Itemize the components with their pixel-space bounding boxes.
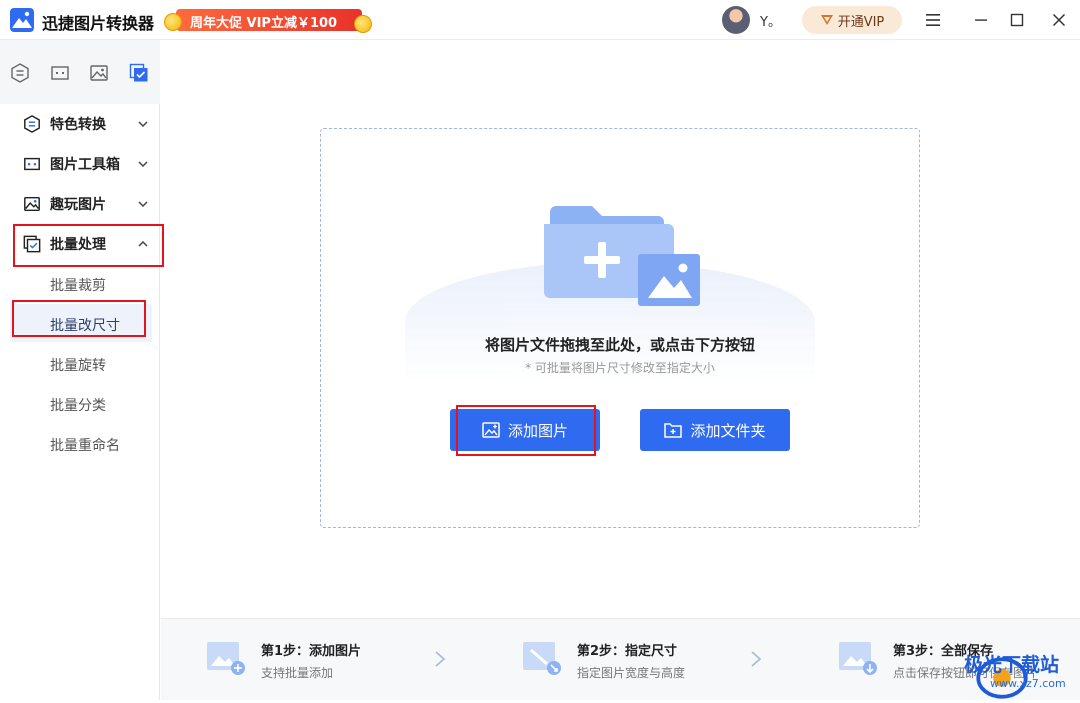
menu-button[interactable]	[922, 9, 944, 31]
minimize-icon	[975, 19, 987, 21]
chevron-right-icon	[435, 651, 446, 667]
drop-zone-subtitle: * 可批量将图片尺寸修改至指定大小	[525, 361, 715, 375]
save-step-icon	[839, 642, 877, 675]
nav-group-fun-images[interactable]: 趣玩图片	[22, 190, 154, 218]
coin-icon	[164, 13, 182, 31]
app-logo-icon	[10, 8, 34, 32]
promo-text: 周年大促 VIP立减￥100	[190, 16, 338, 31]
maximize-button[interactable]	[1006, 9, 1028, 31]
highlight-box	[13, 224, 164, 267]
add-folder-button[interactable]: 添加文件夹	[640, 409, 790, 451]
tab-image-toolbox[interactable]	[49, 62, 71, 84]
highlight-box	[456, 405, 596, 456]
step-2-desc: 指定图片宽度与高度	[577, 666, 686, 680]
nav-group-special-convert[interactable]: 特色转换	[22, 110, 154, 138]
user-name[interactable]: Y。	[760, 11, 781, 30]
maximize-icon	[1010, 13, 1024, 27]
coin-icon	[354, 15, 372, 33]
close-button[interactable]	[1048, 9, 1070, 31]
sidebar-item-batch-rename[interactable]: 批量重命名	[50, 435, 120, 455]
convert-icon	[22, 114, 42, 134]
picture-icon	[90, 65, 108, 81]
chevron-down-icon	[138, 161, 148, 168]
close-icon	[1052, 13, 1066, 27]
hamburger-menu-icon	[926, 14, 940, 26]
batch-icon	[129, 63, 148, 82]
user-avatar[interactable]	[722, 6, 750, 34]
highlight-box	[12, 300, 146, 337]
sidebar-item-batch-crop[interactable]: 批量裁剪	[50, 275, 106, 295]
toolbox-icon	[22, 154, 42, 174]
sidebar-tab-strip	[0, 40, 160, 104]
picture-icon	[22, 194, 42, 214]
step-1-desc: 支持批量添加	[261, 666, 334, 680]
title-bar: 迅捷图片转换器 周年大促 VIP立减￥100 Y。 开通VIP	[0, 0, 1080, 40]
drop-zone-title: 将图片文件拖拽至此处，或点击下方按钮	[484, 336, 755, 354]
chevron-right-icon	[751, 651, 762, 667]
nav-group-label: 特色转换	[50, 117, 106, 133]
minimize-button[interactable]	[970, 9, 992, 31]
vip-crown-icon	[820, 15, 833, 25]
nav-group-image-toolbox[interactable]: 图片工具箱	[22, 150, 154, 178]
convert-icon	[11, 63, 29, 83]
step-2-title: 第2步：指定尺寸	[577, 644, 678, 659]
folder-image-illustration-icon	[544, 206, 700, 306]
watermark-text: 极光下载站	[964, 654, 1060, 676]
nav-group-label: 图片工具箱	[50, 157, 120, 173]
open-vip-button[interactable]: 开通VIP	[802, 6, 902, 34]
resize-step-icon	[523, 642, 561, 675]
add-folder-icon	[664, 423, 683, 438]
chevron-down-icon	[138, 201, 148, 208]
toolbox-icon	[51, 66, 69, 80]
add-folder-label: 添加文件夹	[690, 421, 766, 440]
sidebar-item-batch-rotate[interactable]: 批量旋转	[50, 355, 106, 375]
watermark-url: www.xz7.com	[990, 677, 1066, 690]
sidebar-item-batch-classify[interactable]: 批量分类	[50, 395, 106, 415]
tab-special-convert[interactable]	[9, 62, 31, 84]
sidebar: 特色转换 图片工具箱 趣玩图片 批量处理 批量裁剪 批量改尺寸 批量旋转 批量分…	[0, 40, 164, 700]
chevron-down-icon	[138, 121, 148, 128]
add-image-step-icon	[207, 642, 245, 675]
step-1-title: 第1步：添加图片	[261, 644, 362, 659]
app-title: 迅捷图片转换器	[42, 14, 155, 33]
promo-banner[interactable]: 周年大促 VIP立减￥100	[164, 7, 374, 35]
tab-batch-processing[interactable]	[128, 62, 150, 84]
tab-fun-images[interactable]	[88, 62, 110, 84]
open-vip-label: 开通VIP	[837, 14, 885, 30]
nav-group-label: 趣玩图片	[50, 197, 106, 213]
